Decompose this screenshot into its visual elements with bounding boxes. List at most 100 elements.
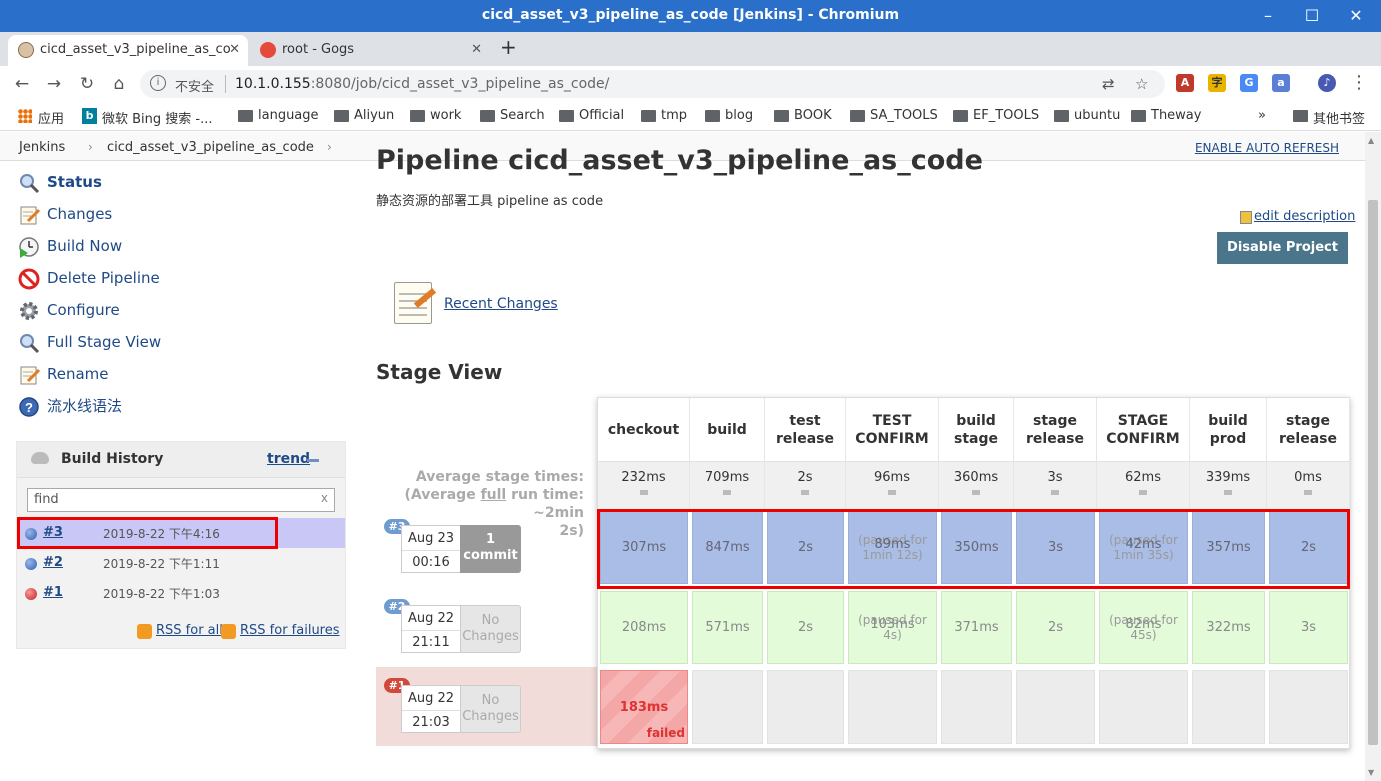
new-tab-icon[interactable]: +	[500, 35, 517, 59]
jenkins-favicon-icon	[18, 42, 34, 58]
extension-dict-icon[interactable]: 字	[1208, 74, 1226, 92]
extension-a-icon[interactable]: A	[1176, 74, 1194, 92]
bookmark-apps[interactable]: 应用	[18, 108, 64, 127]
stage-average: 62ms	[1097, 461, 1190, 509]
task-changes[interactable]: Changes	[18, 202, 112, 226]
rss-all-link[interactable]: RSS for all	[137, 623, 223, 639]
breadcrumb-jenkins[interactable]: Jenkins	[19, 140, 65, 155]
recent-changes-link[interactable]: Recent Changes	[444, 296, 558, 312]
edit-description-link[interactable]: edit description	[1240, 209, 1355, 224]
build-row[interactable]: #2 2019-8-22 下午1:11	[17, 548, 345, 578]
task-pipeline-syntax[interactable]: ? 流水线语法	[18, 394, 122, 418]
bookmark-folder[interactable]: tmp	[641, 108, 687, 123]
bookmark-folder[interactable]: language	[238, 108, 319, 123]
build-number-link[interactable]: #1	[43, 585, 63, 600]
recent-changes[interactable]: Recent Changes	[394, 282, 594, 326]
bookmark-folder[interactable]: ubuntu	[1054, 108, 1120, 123]
extension-music-icon[interactable]: ♪	[1318, 74, 1336, 92]
stage-cell[interactable]: 3s	[1269, 591, 1348, 664]
run-changes[interactable]: No Changes	[460, 605, 521, 653]
browser-menu-icon[interactable]: ⋮	[1350, 72, 1368, 93]
stage-name: stage release	[1026, 412, 1084, 447]
build-date[interactable]: 2019-8-22 下午1:03	[103, 585, 220, 602]
trend-link[interactable]: trend	[267, 451, 310, 467]
scroll-down-icon[interactable]: ▼	[1368, 768, 1374, 777]
enable-auto-refresh-link[interactable]: ENABLE AUTO REFRESH	[1195, 141, 1339, 155]
bookmark-folder[interactable]: EF_TOOLS	[953, 108, 1039, 123]
bookmark-folder[interactable]: BOOK	[774, 108, 832, 123]
stage-cell[interactable]: 571ms	[692, 591, 763, 664]
bookmark-folder[interactable]: Official	[559, 108, 624, 123]
magnifier-icon	[20, 334, 40, 354]
task-status[interactable]: Status	[18, 170, 102, 194]
stage-cell[interactable]: 103ms (paused for 4s)	[848, 591, 937, 664]
full-runtime-link[interactable]: full	[481, 487, 507, 503]
stage-cell[interactable]: 183ms failed	[600, 670, 688, 744]
close-tab-icon[interactable]: ✕	[229, 35, 240, 64]
notepad-icon	[20, 206, 40, 225]
extension-lang-icon[interactable]: a	[1272, 74, 1290, 92]
run-changes[interactable]: No Changes	[460, 684, 521, 733]
run-changes[interactable]: 1 commit	[460, 525, 521, 573]
build-search-input[interactable]: find x	[27, 488, 335, 512]
stage-duration: 322ms	[1206, 620, 1251, 635]
stage-cell[interactable]: 82ms (paused for 45s)	[1099, 591, 1188, 664]
disable-project-button[interactable]: Disable Project	[1217, 232, 1348, 264]
bookmark-label: tmp	[661, 108, 688, 123]
bookmark-star-icon[interactable]: ☆	[1135, 75, 1148, 93]
translate-icon[interactable]: ⇄	[1102, 75, 1115, 93]
breadcrumb-job[interactable]: cicd_asset_v3_pipeline_as_code	[107, 140, 314, 155]
bookmark-folder[interactable]: Theway	[1131, 108, 1201, 123]
close-tab-icon[interactable]: ✕	[471, 35, 482, 64]
tab-jenkins[interactable]: cicd_asset_v3_pipeline_as_co ✕	[8, 35, 248, 66]
stage-cell[interactable]: 2s	[767, 591, 844, 664]
task-delete-pipeline[interactable]: Delete Pipeline	[18, 266, 160, 290]
task-build-now[interactable]: Build Now	[18, 234, 122, 258]
stage-cell[interactable]: 208ms	[600, 591, 688, 664]
tab-gogs[interactable]: root - Gogs ✕	[250, 35, 490, 66]
bookmark-bing[interactable]: b 微软 Bing 搜索 -...	[82, 108, 213, 127]
stage-cell[interactable]: 2s	[1016, 591, 1095, 664]
info-icon[interactable]: i	[150, 75, 166, 91]
stage-average: 709ms	[690, 461, 765, 509]
scrollbar-thumb[interactable]	[1368, 200, 1378, 745]
rss-failures-link[interactable]: RSS for failures	[221, 623, 340, 639]
stage-average-value: 232ms	[621, 470, 666, 485]
reload-icon[interactable]: ↻	[75, 72, 99, 96]
bookmark-folder[interactable]: Search	[480, 108, 545, 123]
back-icon[interactable]: ←	[10, 72, 34, 96]
bookmark-other[interactable]: 其他书签	[1293, 108, 1365, 127]
task-rename[interactable]: Rename	[18, 362, 109, 386]
maximize-icon[interactable]: ☐	[1298, 4, 1326, 28]
build-row[interactable]: #1 2019-8-22 下午1:03	[17, 578, 345, 608]
average-bar	[972, 490, 980, 495]
minimize-icon[interactable]: –	[1254, 4, 1282, 28]
bookmark-folder[interactable]: blog	[705, 108, 753, 123]
extension-translate-icon[interactable]: G	[1240, 74, 1258, 92]
bookmark-folder[interactable]: work	[410, 108, 461, 123]
bookmark-folder[interactable]: Aliyun	[334, 108, 394, 123]
task-label: Full Stage View	[47, 333, 162, 351]
clear-search-icon[interactable]: x	[321, 491, 328, 505]
task-label: Build Now	[47, 237, 123, 255]
task-full-stage-view[interactable]: Full Stage View	[18, 330, 161, 354]
stage-cell[interactable]: 371ms	[941, 591, 1012, 664]
scroll-up-icon[interactable]: ▲	[1368, 136, 1374, 145]
stage-average-value: 3s	[1047, 470, 1063, 485]
stage-duration: 82ms	[1125, 617, 1162, 632]
folder-icon	[1054, 110, 1069, 122]
close-window-icon[interactable]: ✕	[1342, 4, 1370, 28]
page-scrollbar[interactable]: ▲ ▼	[1365, 132, 1381, 781]
address-bar[interactable]: i 不安全 10.1.0.155:8080/job/cicd_asset_v3_…	[140, 70, 1165, 98]
home-icon[interactable]: ⌂	[107, 72, 131, 96]
bookmark-folder[interactable]: SA_TOOLS	[850, 108, 938, 123]
task-configure[interactable]: Configure	[18, 298, 120, 322]
stage-average-value: 709ms	[704, 470, 750, 485]
build-number-link[interactable]: #2	[43, 555, 63, 570]
collapse-icon[interactable]	[307, 459, 319, 462]
stage-cell[interactable]: 322ms	[1192, 591, 1265, 664]
forward-icon[interactable]: →	[42, 72, 66, 96]
build-date[interactable]: 2019-8-22 下午1:11	[103, 555, 220, 572]
bookmarks-overflow-icon[interactable]: »	[1258, 108, 1266, 123]
url-text[interactable]: 10.1.0.155:8080/job/cicd_asset_v3_pipeli…	[235, 76, 609, 92]
